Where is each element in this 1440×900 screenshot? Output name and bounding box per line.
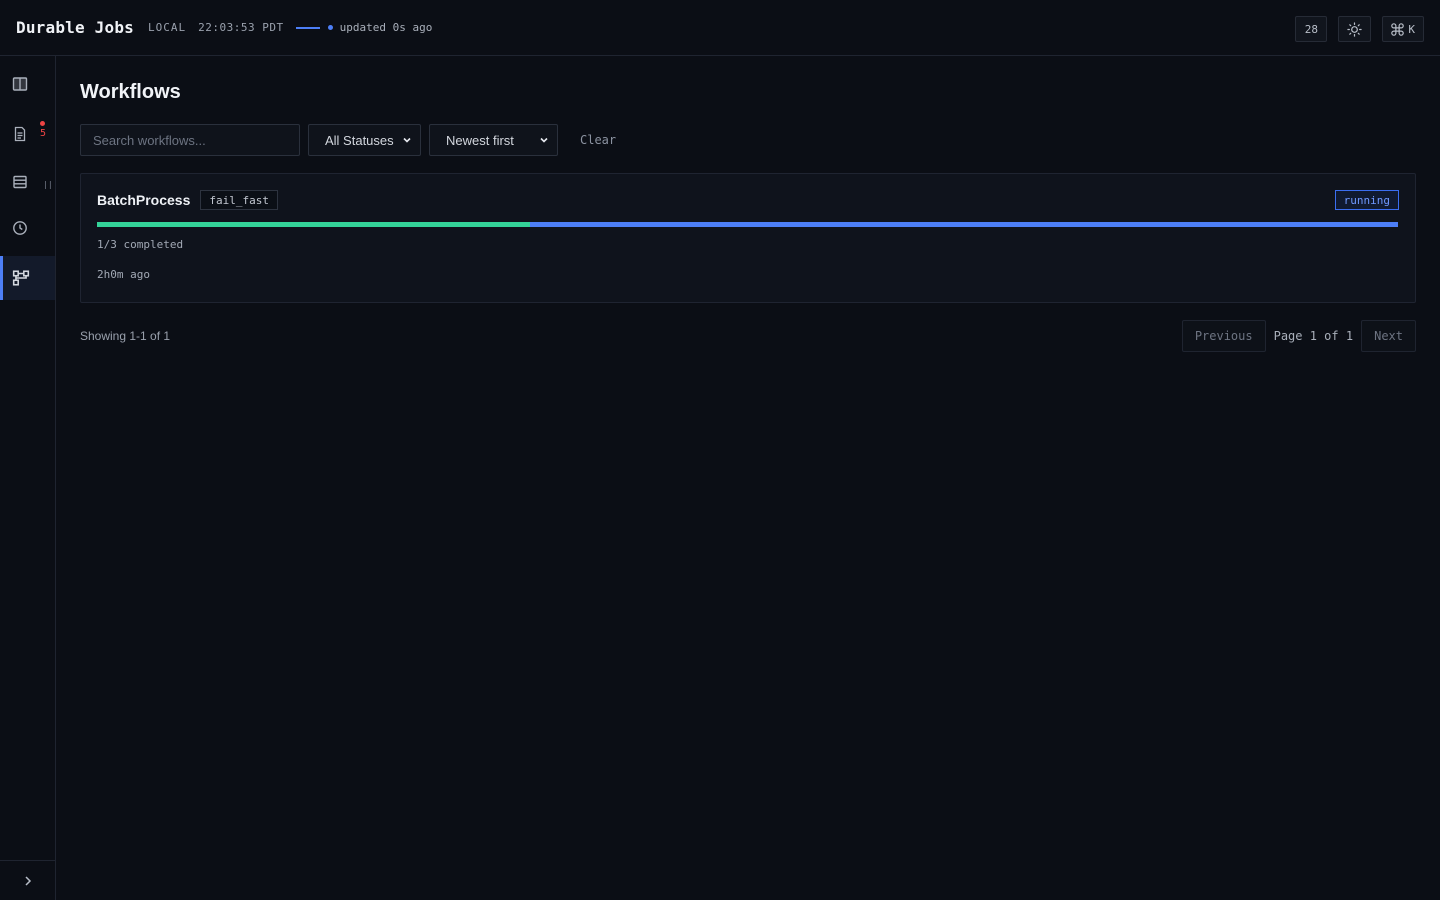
clock-icon [13,221,27,235]
previous-page-button[interactable]: Previous [1181,320,1266,352]
workflow-progress-bar [97,222,1398,227]
sidebar-item-queues[interactable]: || [0,160,55,204]
workflow-name: BatchProcess [97,192,191,208]
status-filter-select[interactable]: All Statuses [308,124,421,156]
sort-order-select[interactable]: Newest first [429,124,558,156]
workflow-age: 2h0m ago [97,268,150,281]
book-icon [12,77,28,91]
counter-label: 28 [1304,22,1318,36]
alert-count: 5 [40,128,47,139]
pause-indicator: || [43,180,53,189]
page-title: Workflows [80,81,181,103]
theme-toggle-button[interactable] [1338,16,1372,42]
command-icon [1391,22,1405,36]
next-page-button[interactable]: Next [1361,320,1416,352]
search-input[interactable] [80,124,300,156]
pagination: Previous Page 1 of 1 Next [1181,320,1416,352]
main-content: Workflows All Statuses Newest first Clea… [80,56,1416,352]
clock: 22:03:53 PDT [198,21,284,34]
workflow-card-header: BatchProcess fail_fast [97,190,1399,210]
page-info: Page 1 of 1 [1273,329,1354,343]
live-indicator-line [295,26,320,29]
sidebar-item-jobs[interactable]: 5 [0,112,55,156]
top-bar: Durable Jobs LOCAL 22:03:53 PDT updated … [0,0,1440,56]
shortcut-key-label: K [1408,22,1415,36]
sidebar-item-workflows[interactable] [0,256,55,300]
list-icon [13,175,27,189]
filter-bar: All Statuses Newest first Clear [80,124,1416,156]
progress-fill [97,222,531,227]
workflow-tag: fail_fast [200,190,278,210]
sidebar-item-docs[interactable] [0,62,55,106]
chevron-down-icon [403,137,411,143]
status-filter-value: All Statuses [325,132,394,148]
sun-icon [1347,21,1363,37]
status-badge: running [1334,190,1399,210]
workflow-card[interactable]: BatchProcess fail_fast running 1/3 compl… [80,173,1416,303]
app-title: Durable Jobs [16,18,134,37]
command-palette-button[interactable]: K [1382,16,1424,42]
alert-dot [40,121,45,126]
chevron-down-icon [540,137,548,143]
results-summary: Showing 1-1 of 1 [80,329,171,343]
sidebar-expand-button[interactable] [0,860,55,900]
header-actions: 28 K [1295,16,1424,42]
environment-label: LOCAL [148,21,187,34]
sidebar-item-schedules[interactable] [0,206,55,250]
workflow-icon [12,270,30,286]
sort-order-value: Newest first [446,132,514,148]
pagination-row: Showing 1-1 of 1 Previous Page 1 of 1 Ne… [80,320,1416,352]
counter-button[interactable]: 28 [1295,16,1328,42]
document-icon [14,126,26,142]
completed-count: 1/3 completed [97,238,184,251]
chevron-right-icon [24,875,31,886]
clear-filters-button[interactable]: Clear [580,133,616,147]
live-indicator-dot [327,25,333,30]
sidebar: 5 || [0,56,56,900]
updated-status: updated 0s ago [339,21,433,34]
